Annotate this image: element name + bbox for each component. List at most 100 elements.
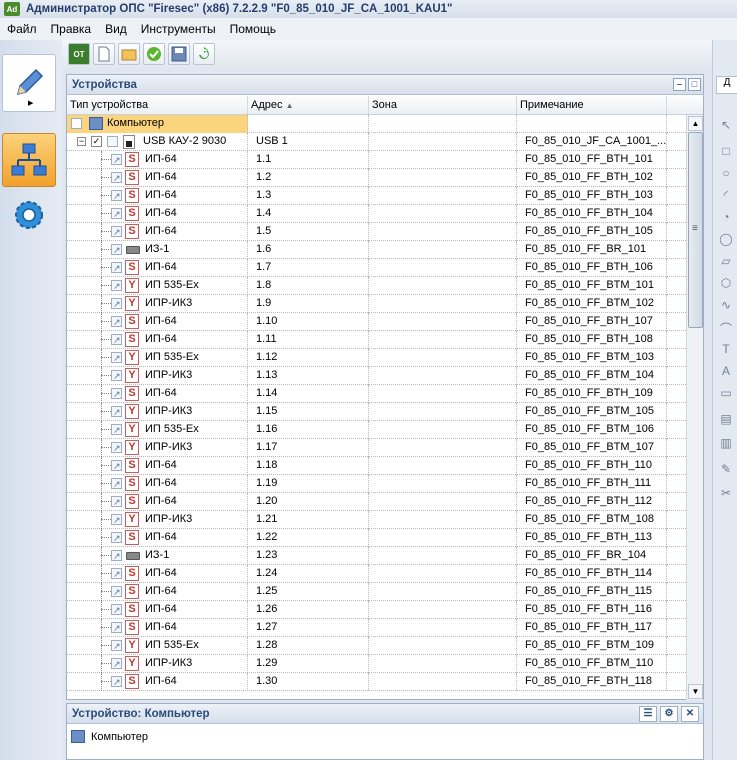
table-row[interactable]: S ИП-64 1.19 F0_85_010_FF_BTH_111 [67, 475, 686, 493]
table-row[interactable]: Y ИП 535-Ex 1.8 F0_85_010_FF_BTM_101 [67, 277, 686, 295]
table-row[interactable]: S ИП-64 1.26 F0_85_010_FF_BTH_116 [67, 601, 686, 619]
scissors-tool-icon[interactable]: ✂ [718, 486, 734, 502]
table-row[interactable]: Y ИПР-ИК3 1.17 F0_85_010_FF_BTM_107 [67, 439, 686, 457]
zone-cell[interactable] [369, 205, 517, 223]
table-row[interactable]: S ИП-64 1.24 F0_85_010_FF_BTH_114 [67, 565, 686, 583]
zone-cell[interactable] [369, 277, 517, 295]
pen-tool-icon[interactable]: ✎ [718, 462, 734, 478]
maximize-panel-button[interactable]: □ [688, 78, 701, 91]
menu-tools[interactable]: Инструменты [134, 22, 223, 36]
properties-list-icon[interactable]: ☰ [639, 705, 657, 722]
table-row[interactable]: S ИП-64 1.10 F0_85_010_FF_BTH_107 [67, 313, 686, 331]
table-row[interactable]: S ИП-64 1.18 F0_85_010_FF_BTH_110 [67, 457, 686, 475]
column-header-note[interactable]: Примечание [517, 96, 667, 114]
table-row[interactable]: ИЗ-1 1.6 F0_85_010_FF_BR_101 [67, 241, 686, 259]
zone-cell[interactable] [369, 511, 517, 529]
close-icon[interactable]: ✕ [681, 705, 699, 722]
tree-row-computer[interactable]: Компьютер [67, 115, 686, 133]
table-row[interactable]: S ИП-64 1.11 F0_85_010_FF_BTH_108 [67, 331, 686, 349]
zone-cell[interactable] [369, 295, 517, 313]
chord-tool-icon[interactable]: ◯ [718, 232, 734, 248]
devices-button[interactable] [2, 133, 56, 187]
zone-cell[interactable] [369, 583, 517, 601]
zone-cell[interactable] [369, 601, 517, 619]
zone-cell[interactable] [369, 457, 517, 475]
link-checkbox[interactable] [71, 118, 82, 129]
tree-row-kau[interactable]: − ✓ USB КАУ-2 9030 USB 1 F0_85_010_JF_CA… [67, 133, 686, 151]
text-tool-icon[interactable]: A [718, 364, 734, 380]
polygon-tool-icon[interactable]: ▱ [718, 254, 734, 270]
zone-cell[interactable] [369, 619, 517, 637]
zone-cell[interactable] [369, 331, 517, 349]
zone-tool-icon[interactable]: ▤ [718, 412, 734, 428]
scroll-thumb[interactable] [688, 132, 703, 328]
menu-file[interactable]: Файл [0, 22, 44, 36]
zone-cell[interactable] [369, 151, 517, 169]
ot-button[interactable]: OT [68, 43, 90, 65]
zone-cell[interactable] [369, 313, 517, 331]
zone-cell[interactable] [369, 421, 517, 439]
menu-edit[interactable]: Правка [44, 22, 99, 36]
open-button[interactable] [118, 43, 140, 65]
vertical-scrollbar[interactable]: ▲ ▼ [686, 115, 703, 700]
validate-button[interactable] [143, 43, 165, 65]
pointer-tool-icon[interactable]: ↖ [718, 118, 734, 134]
curve-tool-icon[interactable]: ∿ [718, 298, 734, 314]
column-header-zone[interactable]: Зона [369, 96, 517, 114]
rectangle-tool-icon[interactable]: □ [718, 144, 734, 160]
arc-tool-icon[interactable]: ◜ [718, 188, 734, 204]
scroll-down-button[interactable]: ▼ [688, 684, 703, 699]
zone-cell[interactable] [369, 565, 517, 583]
table-row[interactable]: S ИП-64 1.5 F0_85_010_FF_BTH_105 [67, 223, 686, 241]
hexagon-tool-icon[interactable]: ⬡ [718, 276, 734, 292]
ellipse-tool-icon[interactable]: ○ [718, 166, 734, 182]
pie-tool-icon[interactable]: ◔ [718, 210, 734, 226]
zone-polygon-tool-icon[interactable]: ▥ [718, 436, 734, 452]
zone-cell[interactable] [369, 367, 517, 385]
table-row[interactable]: S ИП-64 1.20 F0_85_010_FF_BTH_112 [67, 493, 686, 511]
zone-cell[interactable] [369, 403, 517, 421]
zone-cell[interactable] [369, 493, 517, 511]
table-row[interactable]: S ИП-64 1.2 F0_85_010_FF_BTH_102 [67, 169, 686, 187]
table-row[interactable]: Y ИПР-ИК3 1.21 F0_85_010_FF_BTM_108 [67, 511, 686, 529]
table-row[interactable]: S ИП-64 1.4 F0_85_010_FF_BTH_104 [67, 205, 686, 223]
table-row[interactable]: Y ИПР-ИК3 1.15 F0_85_010_FF_BTM_105 [67, 403, 686, 421]
table-row[interactable]: S ИП-64 1.27 F0_85_010_FF_BTH_117 [67, 619, 686, 637]
column-header-type[interactable]: Тип устройства [67, 96, 248, 114]
zone-cell[interactable] [369, 637, 517, 655]
settings-button[interactable] [2, 190, 56, 240]
zone-cell[interactable] [369, 349, 517, 367]
new-file-button[interactable] [93, 43, 115, 65]
zone-cell[interactable] [369, 547, 517, 565]
zone-cell[interactable] [369, 475, 517, 493]
zone-cell[interactable] [369, 439, 517, 457]
table-row[interactable]: Y ИП 535-Ex 1.16 F0_85_010_FF_BTM_106 [67, 421, 686, 439]
table-row[interactable]: Y ИПР-ИК3 1.9 F0_85_010_FF_BTM_102 [67, 295, 686, 313]
table-row[interactable]: S ИП-64 1.25 F0_85_010_FF_BTH_115 [67, 583, 686, 601]
plan-editor-button[interactable]: ▶ [2, 54, 56, 112]
table-row[interactable]: Y ИП 535-Ex 1.12 F0_85_010_FF_BTM_103 [67, 349, 686, 367]
text-frame-tool-icon[interactable]: T [718, 342, 734, 358]
table-row[interactable]: ИЗ-1 1.23 F0_85_010_FF_BR_104 [67, 547, 686, 565]
table-row[interactable]: S ИП-64 1.1 F0_85_010_FF_BTH_101 [67, 151, 686, 169]
menu-help[interactable]: Помощь [223, 22, 283, 36]
collapse-node-button[interactable]: − [77, 137, 86, 146]
table-row[interactable]: Y ИПР-ИК3 1.29 F0_85_010_FF_BTM_110 [67, 655, 686, 673]
zone-cell[interactable] [369, 223, 517, 241]
save-button[interactable] [168, 43, 190, 65]
scroll-up-button[interactable]: ▲ [688, 116, 703, 131]
bezier-tool-icon[interactable]: ⌒ [718, 320, 734, 336]
write-config-button[interactable] [193, 43, 215, 65]
device-checkbox[interactable]: ✓ [91, 136, 102, 147]
zone-cell[interactable] [369, 529, 517, 547]
table-row[interactable]: S ИП-64 1.30 F0_85_010_FF_BTH_118 [67, 673, 686, 691]
zone-cell[interactable] [369, 259, 517, 277]
menu-view[interactable]: Вид [98, 22, 134, 36]
minimize-panel-button[interactable]: – [673, 78, 686, 91]
right-panel-tab[interactable]: Д [716, 76, 737, 94]
device-settings-icon[interactable]: ⚙ [660, 705, 678, 722]
zone-cell[interactable] [369, 673, 517, 691]
table-row[interactable]: S ИП-64 1.7 F0_85_010_FF_BTH_106 [67, 259, 686, 277]
column-header-address[interactable]: Адрес ▲ [248, 96, 369, 114]
zone-cell[interactable] [369, 385, 517, 403]
